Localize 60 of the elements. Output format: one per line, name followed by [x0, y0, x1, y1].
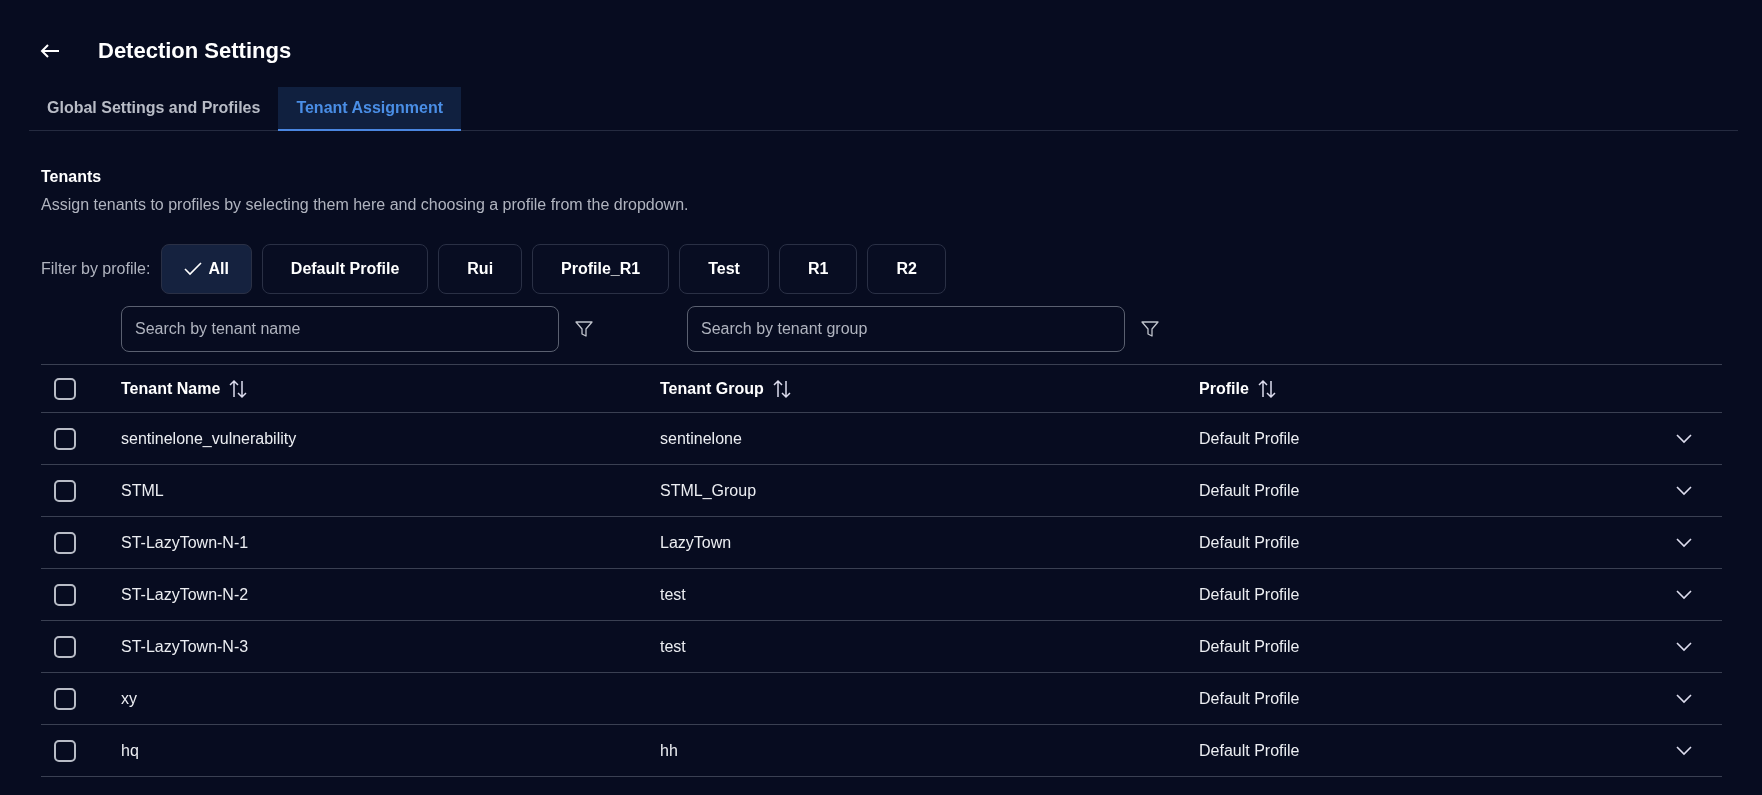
row-checkbox[interactable] — [54, 583, 76, 606]
chevron-down-icon[interactable] — [1676, 433, 1692, 444]
page-title: Detection Settings — [98, 38, 292, 64]
table-cell: sentinelone_vulnerability — [121, 429, 297, 448]
search-field[interactable]: Search by tenant name — [121, 306, 559, 352]
tab[interactable]: Global Settings and Profiles — [29, 87, 279, 131]
row-checkbox[interactable] — [54, 427, 76, 450]
filter-icon[interactable] — [575, 320, 593, 338]
search-field[interactable]: Search by tenant group — [687, 306, 1125, 352]
sort-icon[interactable] — [771, 378, 792, 399]
profile-dropdown[interactable]: Default Profile — [1199, 637, 1300, 656]
filter-label: Filter by profile: — [41, 260, 151, 278]
table-cell: xy — [121, 689, 137, 708]
filter-icon[interactable] — [1141, 320, 1159, 338]
table-cell: test — [660, 585, 686, 604]
profile-dropdown[interactable]: Default Profile — [1199, 741, 1300, 760]
select-all-checkbox[interactable] — [54, 377, 76, 400]
chevron-down-icon[interactable] — [1676, 537, 1692, 548]
row-checkbox[interactable] — [54, 479, 76, 502]
table-cell: ST-LazyTown-N-3 — [121, 637, 249, 656]
profile-dropdown[interactable]: Default Profile — [1199, 689, 1300, 708]
row-checkbox[interactable] — [54, 635, 76, 658]
table-cell: test — [660, 637, 686, 656]
profile-dropdown[interactable]: Default Profile — [1199, 585, 1300, 604]
filter-chip[interactable]: R2 — [867, 244, 946, 294]
section-description: Assign tenants to profiles by selecting them here and choosing a profile from the dropdown. — [41, 196, 690, 214]
column-header[interactable]: Tenant Name — [121, 379, 221, 398]
filter-chip[interactable]: All — [161, 244, 252, 294]
row-checkbox[interactable] — [54, 687, 76, 710]
row-checkbox[interactable] — [54, 739, 76, 762]
profile-dropdown[interactable]: Default Profile — [1199, 533, 1300, 552]
filter-chip[interactable]: Profile_R1 — [532, 244, 670, 294]
filter-chip[interactable]: Default Profile — [261, 244, 429, 294]
chevron-down-icon[interactable] — [1676, 641, 1692, 652]
row-checkbox[interactable] — [54, 531, 76, 554]
table-cell: hh — [660, 741, 678, 760]
filter-chip[interactable]: R1 — [778, 244, 858, 294]
chevron-down-icon[interactable] — [1676, 485, 1692, 496]
table-cell: hq — [121, 741, 139, 760]
sort-icon[interactable] — [1256, 378, 1277, 399]
chevron-down-icon[interactable] — [1676, 745, 1692, 756]
table-cell: STML_Group — [660, 481, 757, 500]
chevron-down-icon[interactable] — [1676, 589, 1692, 600]
table-cell: ST-LazyTown-N-1 — [121, 533, 249, 552]
table-cell: sentinelone — [660, 429, 742, 448]
back-arrow-icon[interactable] — [40, 43, 60, 59]
table-cell: ST-LazyTown-N-2 — [121, 585, 249, 604]
sort-icon[interactable] — [228, 378, 249, 399]
tab[interactable]: Tenant Assignment — [278, 87, 462, 131]
table-cell: LazyTown — [660, 533, 732, 552]
profile-dropdown[interactable]: Default Profile — [1199, 429, 1300, 448]
section-title: Tenants — [41, 168, 103, 186]
filter-chip[interactable]: Rui — [438, 244, 523, 294]
column-header[interactable]: Tenant Group — [660, 379, 764, 398]
chevron-down-icon[interactable] — [1676, 693, 1692, 704]
column-header[interactable]: Profile — [1199, 379, 1249, 398]
checkmark-icon — [184, 262, 203, 276]
profile-dropdown[interactable]: Default Profile — [1199, 481, 1300, 500]
filter-chip[interactable]: Test — [679, 244, 769, 294]
table-cell: STML — [121, 481, 164, 500]
